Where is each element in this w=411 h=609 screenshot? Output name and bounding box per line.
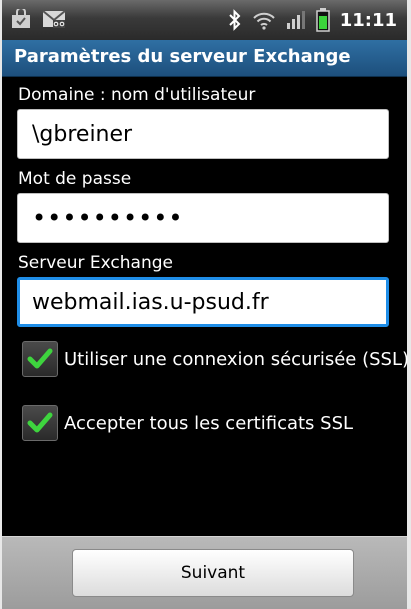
status-time: 11:11 <box>339 9 397 31</box>
certs-checkbox-row[interactable]: Accepter tous les certificats SSL <box>22 405 353 441</box>
bottom-bar: Suivant <box>2 536 407 609</box>
screen: 11:11 Paramètres du serveur Exchange Dom… <box>0 0 411 609</box>
ssl-checkbox[interactable] <box>22 341 58 377</box>
password-label: Mot de passe <box>18 169 132 189</box>
accept-certs-checkbox-label[interactable]: Accepter tous les certificats SSL <box>64 413 353 434</box>
ssl-checkbox-label[interactable]: Utiliser une connexion sécurisée (SSL) <box>64 349 409 370</box>
ssl-checkbox-row[interactable]: Utiliser une connexion sécurisée (SSL) <box>22 341 409 377</box>
voicemail-icon <box>42 10 66 28</box>
next-button[interactable]: Suivant <box>72 549 354 597</box>
domain-username-input[interactable] <box>17 109 389 159</box>
page-title: Paramètres du serveur Exchange <box>14 46 351 67</box>
domain-label: Domaine : nom d'utilisateur <box>18 85 256 105</box>
accept-certs-checkbox[interactable] <box>22 405 58 441</box>
battery-icon <box>315 8 330 32</box>
server-label: Serveur Exchange <box>18 253 173 273</box>
bluetooth-icon <box>228 9 241 31</box>
shopping-bag-notification-icon <box>12 9 30 28</box>
status-bar: 11:11 <box>2 0 407 40</box>
signal-icon <box>286 11 305 29</box>
title-bar: Paramètres du serveur Exchange <box>2 40 407 77</box>
exchange-server-input[interactable] <box>17 277 389 327</box>
wifi-icon <box>252 12 275 30</box>
checkmark-icon <box>27 412 53 433</box>
checkmark-icon <box>27 348 53 369</box>
password-input[interactable] <box>17 193 389 243</box>
